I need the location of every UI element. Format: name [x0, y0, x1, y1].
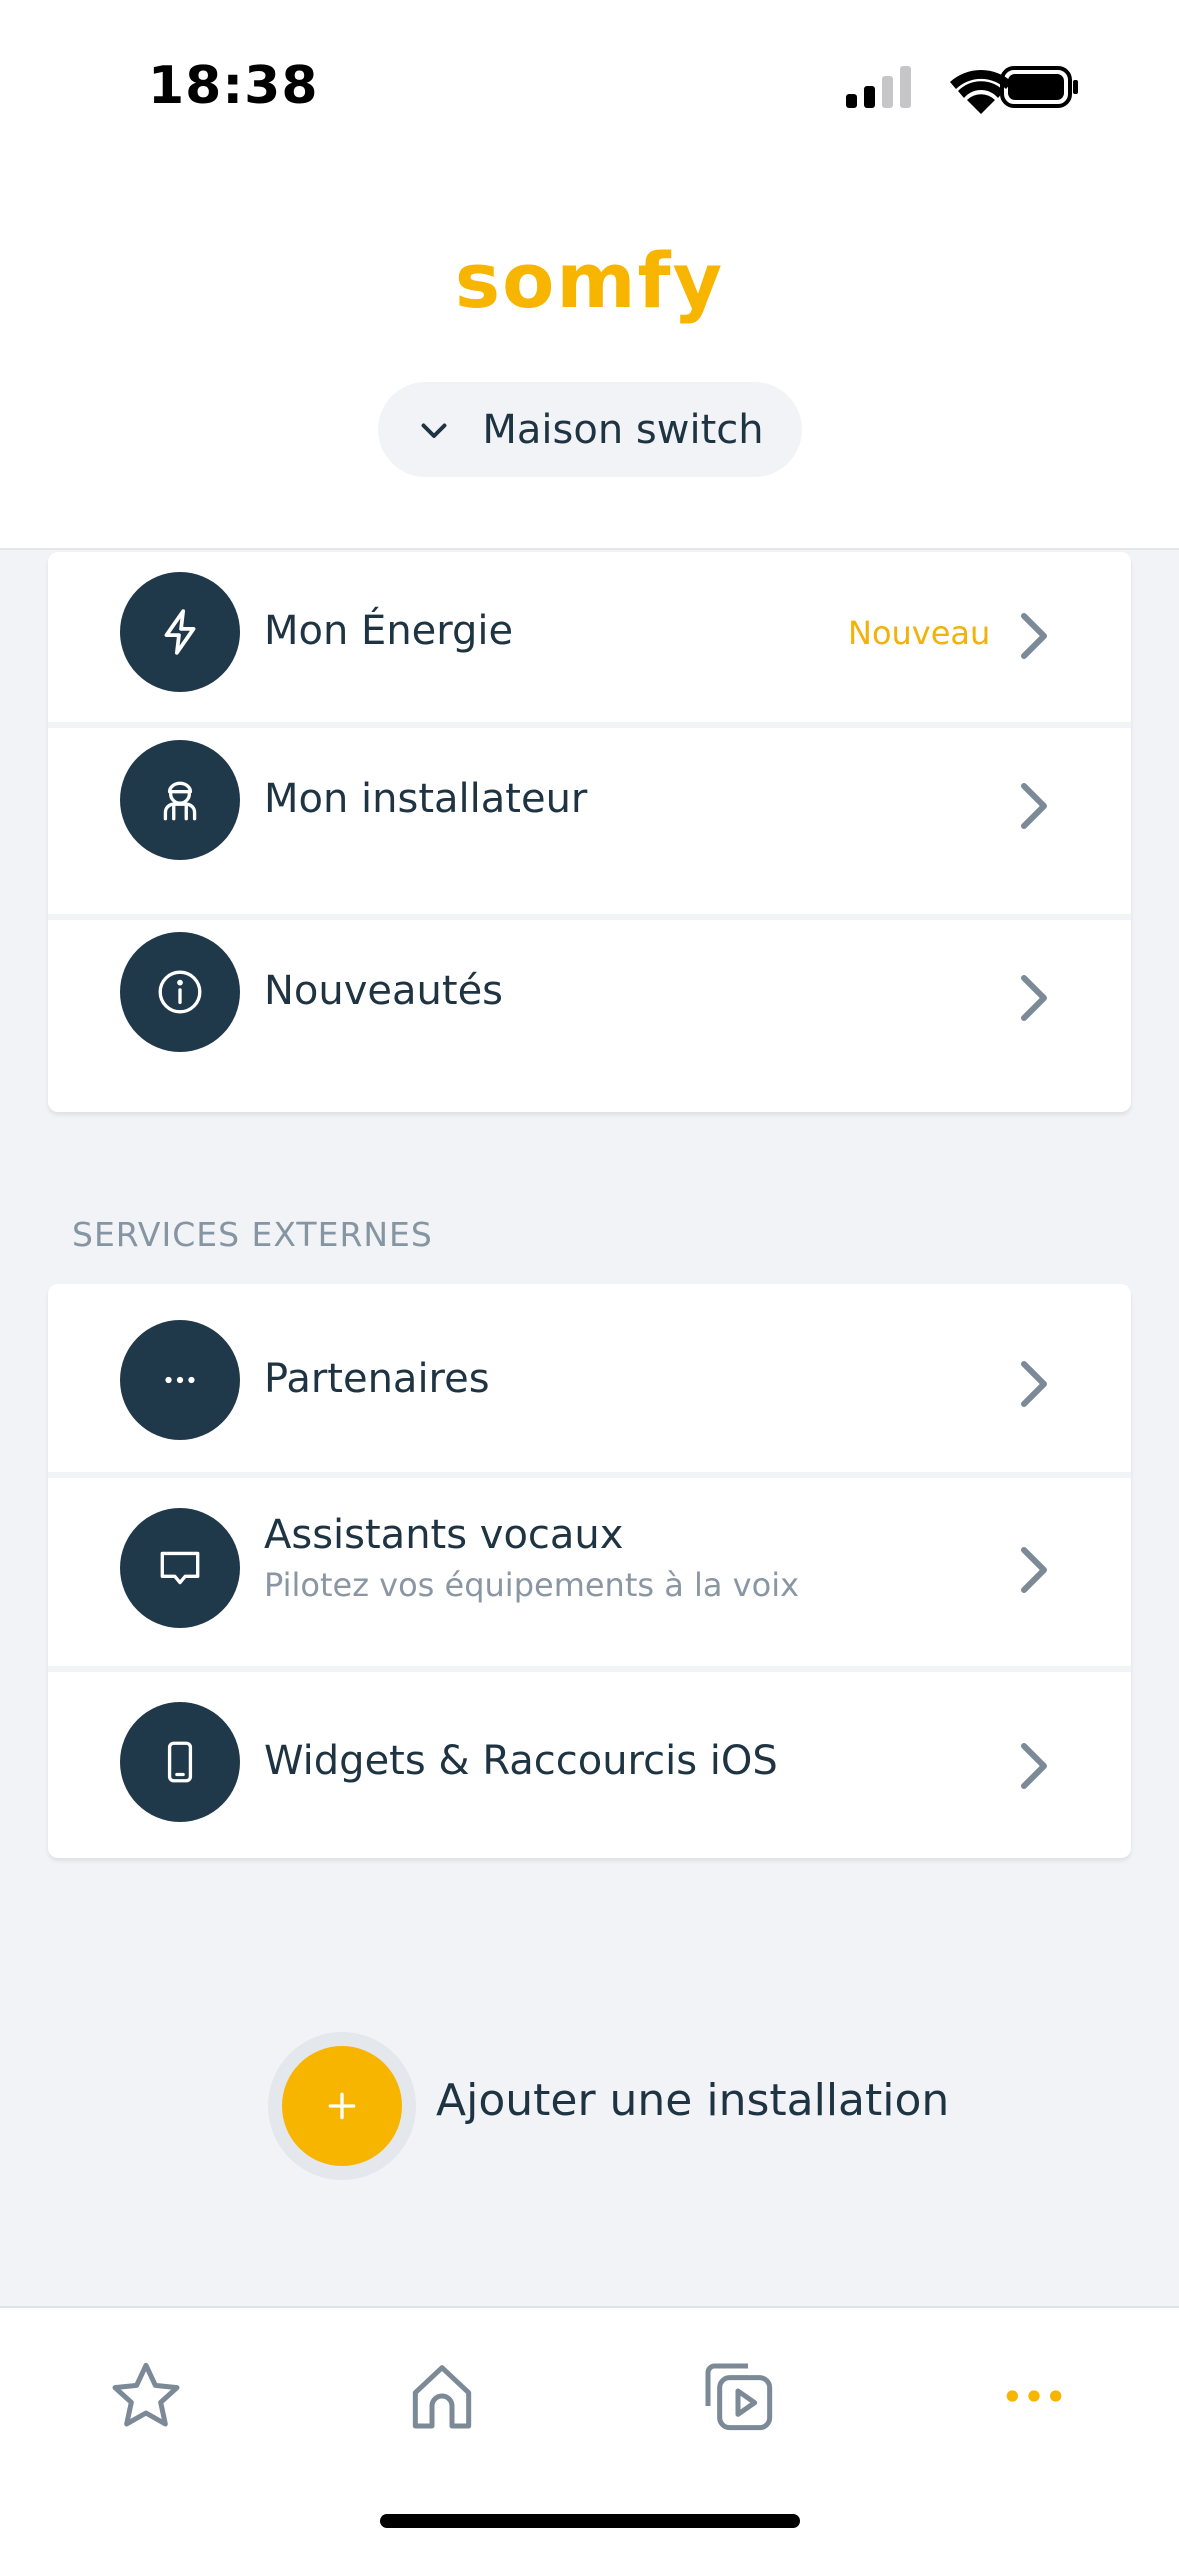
somfy-logo: somfy [454, 236, 725, 325]
plus-icon [282, 2046, 402, 2166]
menu-item-label: Widgets & Raccourcis iOS [264, 1738, 778, 1784]
chevron-right-icon [1021, 975, 1047, 1021]
info-icon [120, 932, 240, 1052]
tab-favorites[interactable] [98, 2348, 194, 2444]
menu-item-label: Mon installateur [264, 776, 588, 822]
chevron-right-icon [1021, 613, 1047, 659]
tab-scenarios[interactable] [690, 2348, 786, 2444]
menu-item-label: Partenaires [264, 1356, 490, 1402]
more-dots-icon [120, 1320, 240, 1440]
new-badge: Nouveau [848, 614, 991, 652]
home-indicator [380, 2514, 800, 2528]
menu-item-mon-installateur[interactable]: Mon installateur [48, 728, 1131, 916]
chevron-right-icon [1021, 783, 1047, 829]
chevron-right-icon [1021, 1547, 1047, 1593]
add-installation-button[interactable] [268, 2032, 416, 2180]
section-title-external-services: SERVICES EXTERNES [72, 1215, 433, 1254]
installer-icon [120, 740, 240, 860]
menu-item-subtitle: Pilotez vos équipements à la voix [264, 1566, 800, 1604]
status-time: 18:38 [148, 56, 319, 116]
menu-item-assistants-vocaux[interactable]: Assistants vocaux Pilotez vos équipement… [48, 1478, 1131, 1666]
menu-item-partenaires[interactable]: Partenaires [48, 1284, 1131, 1472]
app-header: 18:38 somfy Maison switch [0, 0, 1179, 550]
play-stack-icon [705, 2363, 773, 2431]
menu-item-nouveautes[interactable]: Nouveautés [48, 920, 1131, 1108]
house-selector[interactable]: Maison switch [378, 382, 802, 477]
star-icon [112, 2362, 180, 2427]
menu-item-label: Mon Énergie [264, 608, 514, 654]
house-selector-label: Maison switch [482, 406, 764, 453]
battery-icon [1000, 66, 1078, 108]
cellular-signal-icon [846, 66, 911, 108]
lightning-icon [120, 572, 240, 692]
menu-item-label: Nouveautés [264, 968, 504, 1014]
menu-item-mon-energie[interactable]: Mon Énergie Nouveau [48, 552, 1131, 740]
speech-bubble-icon [120, 1508, 240, 1628]
phone-icon [120, 1702, 240, 1822]
add-installation-label[interactable]: Ajouter une installation [436, 2075, 949, 2126]
status-icons [846, 66, 1078, 114]
chevron-right-icon [1021, 1743, 1047, 1789]
menu-item-label: Assistants vocaux [264, 1512, 624, 1558]
chevron-right-icon [1021, 1361, 1047, 1407]
external-services-card: Partenaires Assistants vocaux Pilotez vo… [48, 1284, 1131, 1858]
chevron-down-icon [421, 423, 447, 438]
menu-card: Mon Énergie Nouveau Mon installateur Nou… [48, 552, 1131, 1112]
tab-home[interactable] [394, 2348, 490, 2444]
more-dots-icon [1006, 2390, 1062, 2402]
menu-item-widgets-raccourcis[interactable]: Widgets & Raccourcis iOS [48, 1672, 1131, 1860]
tab-more[interactable] [986, 2348, 1082, 2444]
home-icon [412, 2365, 472, 2429]
